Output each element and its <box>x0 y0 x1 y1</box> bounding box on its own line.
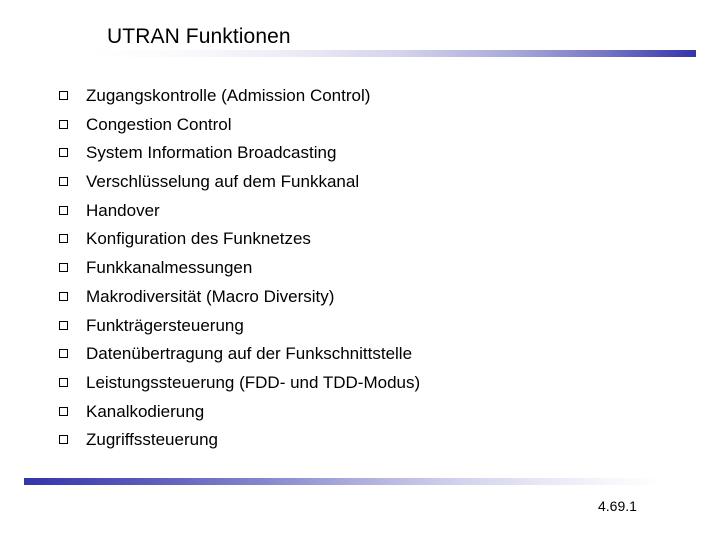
list-item-label: Funkträgersteuerung <box>86 315 244 335</box>
presentation-slide: UTRAN Funktionen Zugangskontrolle (Admis… <box>0 0 720 540</box>
hollow-square-bullet-icon <box>59 377 68 387</box>
hollow-square-bullet-icon <box>59 177 68 187</box>
hollow-square-bullet-icon <box>59 320 68 330</box>
list-item-label: Handover <box>86 200 160 220</box>
hollow-square-bullet-icon <box>59 148 68 158</box>
hollow-square-bullet-icon <box>59 234 68 244</box>
list-item: Zugriffssteuerung <box>59 426 679 455</box>
list-item: Funkkanalmessungen <box>59 254 679 283</box>
list-item-label: Datenübertragung auf der Funkschnittstel… <box>86 344 413 364</box>
list-item: Kanalkodierung <box>59 398 679 427</box>
list-item: Congestion Control <box>59 111 679 140</box>
list-item-label: Zugriffssteuerung <box>86 430 218 450</box>
list-item-label: Leistungssteuerung (FDD- und TDD-Modus) <box>86 372 421 392</box>
page-number: 4.69.1 <box>598 498 637 514</box>
list-item: System Information Broadcasting <box>59 139 679 168</box>
page-title: UTRAN Funktionen <box>107 25 291 48</box>
list-item: Konfiguration des Funknetzes <box>59 225 679 254</box>
list-item-label: Kanalkodierung <box>86 401 205 421</box>
list-item: Funkträgersteuerung <box>59 312 679 341</box>
hollow-square-bullet-icon <box>59 263 68 273</box>
list-item: Datenübertragung auf der Funkschnittstel… <box>59 340 679 369</box>
list-item-label: Verschlüsselung auf dem Funkkanal <box>86 172 360 192</box>
list-item-label: Funkkanalmessungen <box>86 258 253 278</box>
list-item: Verschlüsselung auf dem Funkkanal <box>59 168 679 197</box>
list-item-label: Zugangskontrolle (Admission Control) <box>86 86 371 105</box>
hollow-square-bullet-icon <box>59 406 68 416</box>
hollow-square-bullet-icon <box>59 349 68 359</box>
hollow-square-bullet-icon <box>59 435 68 445</box>
hollow-square-bullet-icon <box>59 205 68 215</box>
list-item: Makrodiversität (Macro Diversity) <box>59 283 679 312</box>
list-item: Handover <box>59 197 679 226</box>
list-item-label: Makrodiversität (Macro Diversity) <box>86 286 335 306</box>
list-item-label: Congestion Control <box>86 114 232 134</box>
hollow-square-bullet-icon <box>59 91 68 100</box>
list-item: Zugangskontrolle (Admission Control) <box>59 82 679 111</box>
list-item-label: System Information Broadcasting <box>86 143 337 163</box>
hollow-square-bullet-icon <box>59 291 68 301</box>
list-item: Leistungssteuerung (FDD- und TDD-Modus) <box>59 369 679 398</box>
hollow-square-bullet-icon <box>59 119 68 129</box>
title-divider-top <box>83 50 696 57</box>
list-item-label: Konfiguration des Funknetzes <box>86 229 311 249</box>
bullet-list: Zugangskontrolle (Admission Control) Con… <box>59 82 679 455</box>
footer-divider-bottom <box>24 478 664 485</box>
